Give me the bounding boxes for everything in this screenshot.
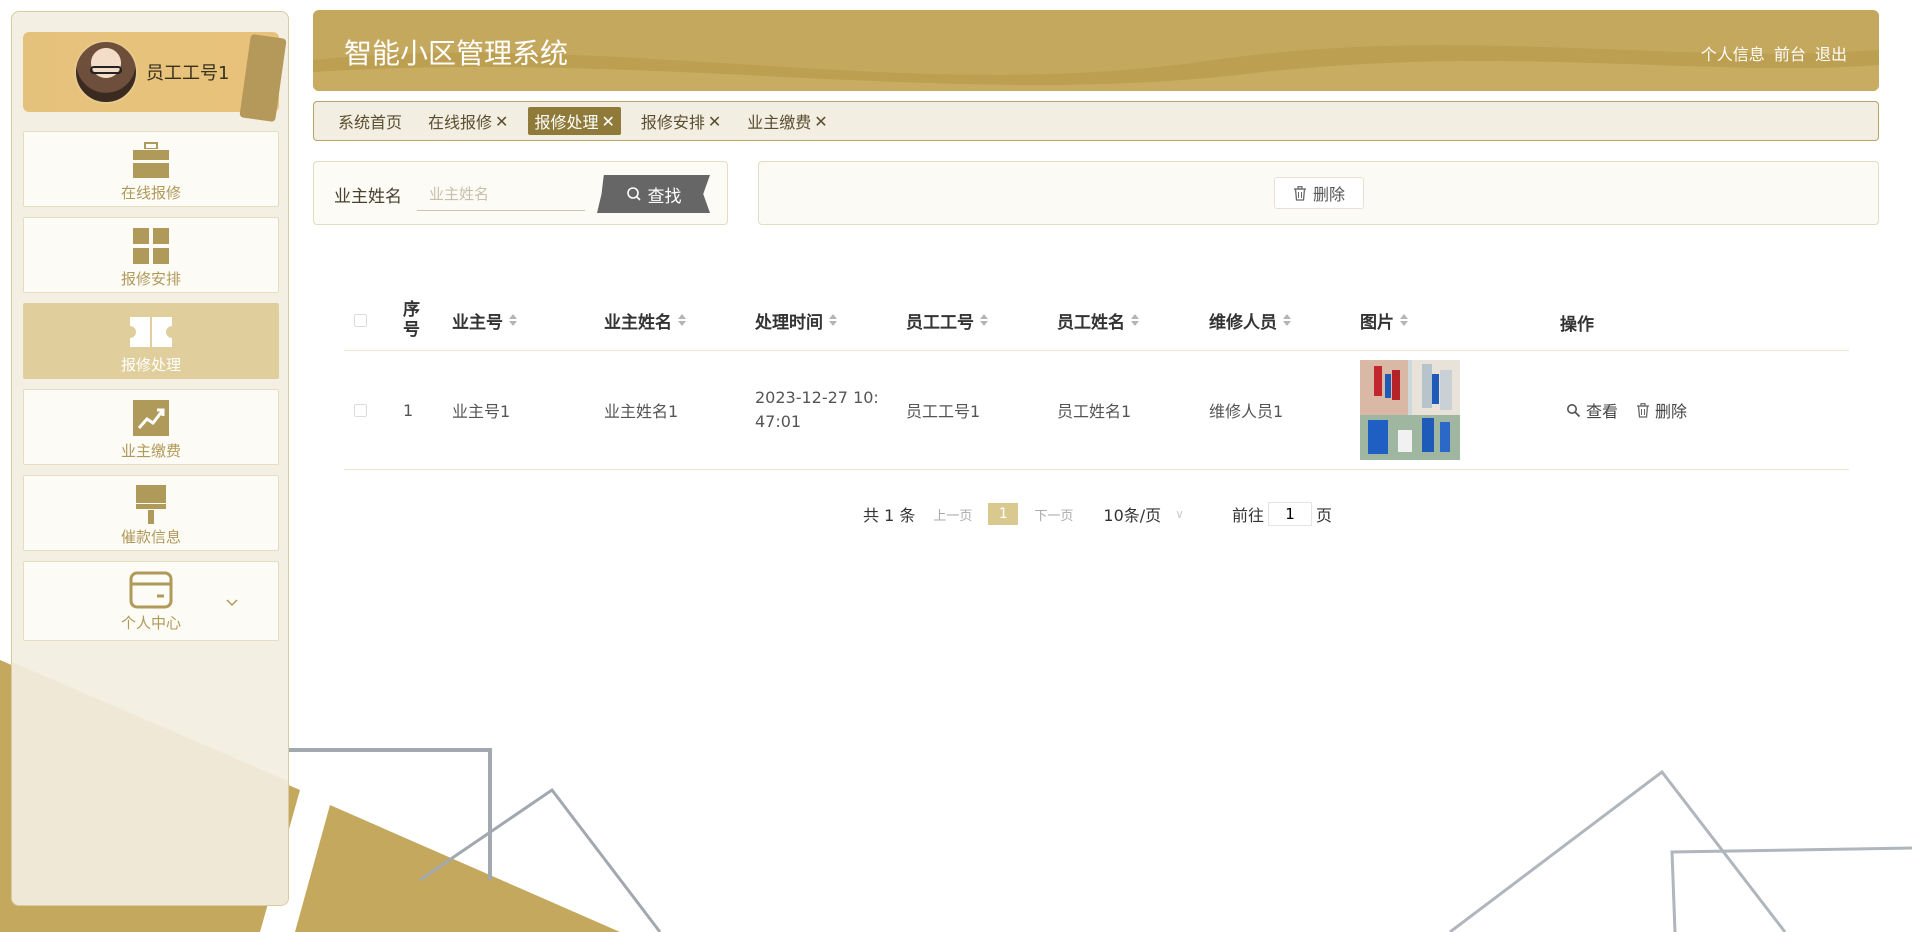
sort-icon[interactable] [980,314,988,326]
col-image[interactable]: 图片 [1360,290,1408,350]
logout-link[interactable]: 退出 [1815,45,1847,64]
close-icon[interactable]: ✕ [495,112,508,131]
tab-repair-handling[interactable]: 报修处理 ✕ [528,107,621,135]
brush-icon [134,484,168,524]
select-all-checkbox[interactable] [354,313,367,327]
cell-index: 1 [403,400,414,420]
cell-repairer: 维修人员1 [1209,402,1284,421]
page-number-current[interactable]: 1 [988,503,1019,525]
page-size-select[interactable]: 10条/页 ∨ [1103,502,1184,526]
sidebar-item-payment-reminder[interactable]: 催款信息 [23,475,279,551]
chevron-down-icon: ∨ [1175,507,1184,521]
prev-page-button[interactable]: 上一页 [933,505,972,524]
header-links: 个人信息 前台 退出 [1697,41,1847,65]
close-icon[interactable]: ✕ [708,112,721,131]
col-owner-no[interactable]: 业主号 [452,290,517,350]
table-row: 1 业主号1 业主姓名1 2023-12-27 10:47:01 员工工号1 员… [344,351,1849,470]
sidebar-item-online-repair[interactable]: 在线报修 [23,131,279,207]
sidebar-item-repair-schedule[interactable]: 报修安排 [23,217,279,293]
frontend-link[interactable]: 前台 [1774,45,1806,64]
tab-repair-schedule[interactable]: 报修安排 ✕ [635,107,727,135]
close-icon[interactable]: ✕ [814,112,827,131]
sidebar-item-label: 在线报修 [120,184,181,202]
col-index: 序号 [403,300,420,340]
avatar [74,40,138,104]
sort-icon[interactable] [1283,314,1291,326]
owner-name-search-input[interactable] [417,177,585,211]
search-icon [1567,403,1581,417]
row-delete-button[interactable]: 删除 [1636,398,1687,422]
col-staff-no[interactable]: 员工工号 [906,290,988,350]
cell-staff-name: 员工姓名1 [1057,402,1132,421]
cell-staff-no: 员工工号1 [906,402,981,421]
grid-icon [132,226,170,266]
search-label: 业主姓名 [334,187,402,207]
row-checkbox[interactable] [354,403,367,417]
sort-icon[interactable] [678,314,686,326]
page-jump: 前往 页 [1232,502,1332,526]
profile-name: 员工工号1 [146,63,230,84]
sort-icon[interactable] [1400,314,1408,326]
sidebar: 员工工号1 在线报修 报修安排 报修处理 业主缴费 催款信息 个人中心 [11,11,289,906]
sort-icon[interactable] [829,314,837,326]
tab-owner-payment[interactable]: 业主缴费 ✕ [741,107,833,135]
sort-icon[interactable] [509,314,517,326]
tab-home[interactable]: 系统首页 [332,107,408,135]
sidebar-item-label: 报修处理 [120,356,181,374]
search-panel: 业主姓名 查找 [313,161,728,225]
chevron-down-icon[interactable] [226,592,238,611]
cell-owner-name: 业主姓名1 [604,402,679,421]
user-profile[interactable]: 员工工号1 [23,32,287,123]
col-owner-name[interactable]: 业主姓名 [604,290,686,350]
briefcase-icon [132,140,170,180]
app-header: 智能小区管理系统 个人信息 前台 退出 [313,10,1879,91]
cell-handle-time: 2023-12-27 10:47:01 [755,388,879,431]
action-panel: 删除 [758,161,1879,225]
col-handle-time[interactable]: 处理时间 [755,290,837,350]
app-title: 智能小区管理系统 [344,37,569,70]
sidebar-item-label: 催款信息 [120,528,181,546]
sidebar-item-personal-center[interactable]: 个人中心 [23,561,279,641]
search-button[interactable]: 查找 [597,175,710,213]
close-icon[interactable]: ✕ [601,112,614,131]
sidebar-item-label: 报修安排 [120,270,181,288]
chart-icon [132,398,170,438]
repair-handling-table: 序号 业主号 业主姓名 处理时间 员工工号 员工姓名 维修人员 图片 操作 1 … [344,290,1849,470]
card-icon [129,570,173,610]
cell-owner-no: 业主号1 [452,402,511,421]
page-jump-input[interactable] [1267,502,1312,526]
next-page-button[interactable]: 下一页 [1034,505,1073,524]
sort-icon[interactable] [1131,314,1139,326]
table-header: 序号 业主号 业主姓名 处理时间 员工工号 员工姓名 维修人员 图片 操作 [344,290,1849,351]
batch-delete-button[interactable]: 删除 [1274,177,1364,209]
search-icon [626,187,641,201]
sidebar-item-owner-payment[interactable]: 业主缴费 [23,389,279,465]
sidebar-item-label: 业主缴费 [120,442,181,460]
pagination-total: 共 1 条 [863,506,916,525]
col-staff-name[interactable]: 员工姓名 [1057,290,1139,350]
profile-ribbon [239,33,287,123]
sidebar-item-label: 个人中心 [120,614,181,632]
view-button[interactable]: 查看 [1566,398,1618,422]
trash-icon [1637,402,1650,418]
sidebar-item-repair-handling[interactable]: 报修处理 [23,303,279,379]
pagination: 共 1 条 上一页 1 下一页 10条/页 ∨ 前往 页 [863,500,1332,528]
tab-online-repair[interactable]: 在线报修 ✕ [422,107,514,135]
col-operations: 操作 [1560,314,1594,335]
trash-icon [1293,185,1306,201]
tab-bar: 系统首页 在线报修 ✕ 报修处理 ✕ 报修安排 ✕ 业主缴费 ✕ [313,101,1879,141]
profile-link[interactable]: 个人信息 [1701,45,1765,64]
repair-photo-thumbnail[interactable] [1360,360,1460,460]
col-repairer[interactable]: 维修人员 [1209,290,1291,350]
ticket-icon [128,312,174,352]
